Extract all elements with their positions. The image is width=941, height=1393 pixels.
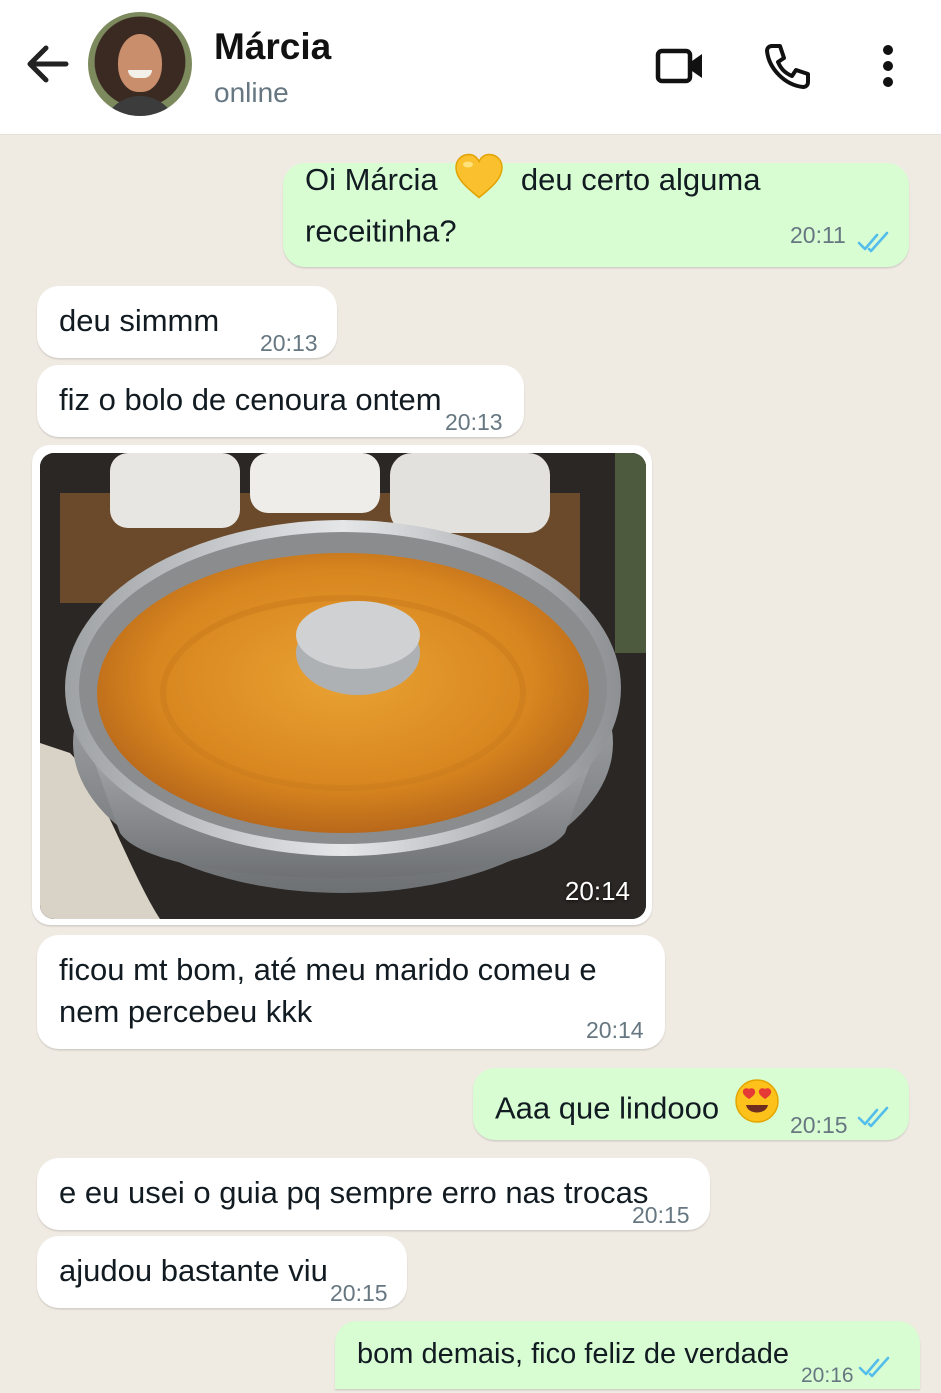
message-incoming[interactable]: deu simmm 20:13 <box>37 286 337 358</box>
yellow-heart-emoji <box>454 153 504 211</box>
read-ticks-icon <box>858 1356 890 1378</box>
video-camera-icon[interactable] <box>650 36 710 96</box>
message-text: bom demais, fico feliz de verdade <box>357 1338 789 1370</box>
chat-header: Márcia online <box>0 0 941 135</box>
contact-status: online <box>214 77 289 108</box>
heart-eyes-emoji <box>734 1078 780 1135</box>
photo-carrot-cake[interactable]: 20:14 <box>40 453 646 919</box>
more-vertical-icon[interactable] <box>858 36 918 96</box>
message-text: Aaa que lindooo <box>495 1090 720 1126</box>
message-time: 20:15 <box>632 1202 690 1228</box>
read-ticks-icon <box>857 231 889 253</box>
back-arrow-icon[interactable] <box>20 36 76 92</box>
message-text: fiz o bolo de cenoura ontem <box>59 382 442 417</box>
message-incoming[interactable]: e eu usei o guia pq sempre erro nas troc… <box>37 1158 710 1230</box>
avatar[interactable] <box>88 12 192 116</box>
message-incoming[interactable]: ficou mt bom, até meu marido comeu e nem… <box>37 935 665 1049</box>
message-time: 20:14 <box>586 1017 644 1043</box>
message-incoming[interactable]: fiz o bolo de cenoura ontem 20:13 <box>37 365 524 437</box>
phone-icon[interactable] <box>758 36 818 96</box>
message-text: nem percebeu kkk <box>59 994 313 1029</box>
message-text: ajudou bastante viu <box>59 1253 328 1288</box>
message-text: Oi Márcia <box>305 162 438 198</box>
contact-name[interactable]: Márcia <box>214 26 331 68</box>
message-time: 20:15 <box>790 1112 848 1138</box>
message-incoming-image[interactable]: 20:14 <box>32 445 652 925</box>
message-time: 20:11 <box>790 222 846 248</box>
chat-area[interactable]: Oi Márcia deu certo alguma receitinha? 2… <box>0 135 941 1393</box>
message-time: 20:16 <box>801 1364 854 1387</box>
message-text: ficou mt bom, até meu marido comeu e <box>59 952 597 987</box>
message-text: e eu usei o guia pq sempre erro nas troc… <box>59 1175 649 1210</box>
read-ticks-icon <box>857 1106 889 1128</box>
message-text: deu simmm <box>59 303 220 338</box>
message-time: 20:15 <box>330 1280 388 1306</box>
message-outgoing[interactable]: Aaa que lindooo 20:15 <box>473 1068 909 1140</box>
message-time: 20:13 <box>260 330 318 356</box>
message-time: 20:14 <box>564 876 630 906</box>
message-incoming[interactable]: ajudou bastante viu 20:15 <box>37 1236 407 1308</box>
message-outgoing[interactable]: bom demais, fico feliz de verdade 20:16 <box>335 1321 920 1389</box>
message-outgoing[interactable]: Oi Márcia deu certo alguma receitinha? 2… <box>283 153 909 267</box>
message-time: 20:13 <box>445 409 503 435</box>
